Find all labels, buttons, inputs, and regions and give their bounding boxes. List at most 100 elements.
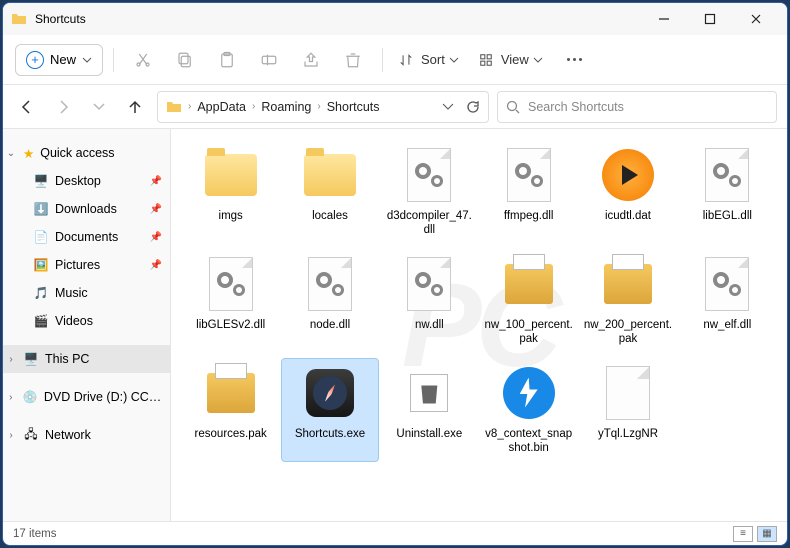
search-icon (506, 100, 520, 114)
file-name: libEGL.dll (703, 209, 752, 223)
pc-icon: 🖥️ (23, 351, 39, 367)
maximize-button[interactable] (687, 3, 733, 35)
file-name: Shortcuts.exe (295, 427, 365, 441)
breadcrumb[interactable]: Roaming (261, 100, 311, 114)
sidebar-item[interactable]: 🎵Music (3, 279, 170, 307)
rename-button[interactable] (250, 42, 288, 78)
file-item[interactable]: ffmpeg.dll (481, 141, 576, 244)
back-button[interactable] (13, 93, 41, 121)
sidebar-item[interactable]: 🖼️Pictures📌 (3, 251, 170, 279)
file-icon (401, 256, 457, 312)
sort-button[interactable]: Sort (393, 48, 469, 71)
up-button[interactable] (121, 93, 149, 121)
explorer-window: Shortcuts + New Sort View (2, 2, 788, 546)
pin-icon: 📌 (150, 204, 162, 215)
item-icon: 🖼️ (33, 257, 49, 273)
file-item[interactable]: yTql.LzgNR (580, 359, 675, 462)
file-item[interactable]: Uninstall.exe (382, 359, 477, 462)
cut-button[interactable] (124, 42, 162, 78)
sidebar-item[interactable]: ⬇️Downloads📌 (3, 195, 170, 223)
details-view-button[interactable]: ≡ (733, 526, 753, 542)
icons-view-button[interactable]: ▦ (757, 526, 777, 542)
file-name: nw_elf.dll (703, 318, 751, 332)
file-name: nw_200_percent.pak (583, 318, 673, 347)
sidebar-item[interactable]: 🖥️Desktop📌 (3, 167, 170, 195)
file-item[interactable]: resources.pak (183, 359, 278, 462)
file-icon (302, 256, 358, 312)
file-icon (203, 365, 259, 421)
minimize-button[interactable] (641, 3, 687, 35)
file-item[interactable]: d3dcompiler_47.dll (382, 141, 477, 244)
sidebar-network[interactable]: › 🖧 Network (3, 421, 170, 449)
file-icon (203, 147, 259, 203)
delete-button[interactable] (334, 42, 372, 78)
copy-button[interactable] (166, 42, 204, 78)
pin-icon: 📌 (150, 176, 162, 187)
file-icon (302, 147, 358, 203)
file-item[interactable]: Shortcuts.exe (282, 359, 377, 462)
file-item[interactable]: imgs (183, 141, 278, 244)
file-item[interactable]: icudtl.dat (580, 141, 675, 244)
sidebar-quick-access[interactable]: ⌄ ★ Quick access (3, 139, 170, 167)
view-icon (479, 53, 493, 67)
file-item[interactable]: v8_context_snapshot.bin (481, 359, 576, 462)
file-name: locales (312, 209, 348, 223)
view-button[interactable]: View (473, 48, 553, 71)
file-name: nw.dll (415, 318, 444, 332)
disc-icon: 💿 (23, 389, 38, 405)
chevron-down-icon (82, 55, 92, 65)
plus-icon: + (26, 51, 44, 69)
file-name: imgs (219, 209, 243, 223)
file-item[interactable]: nw_200_percent.pak (580, 250, 675, 353)
breadcrumb[interactable]: AppData (197, 100, 246, 114)
file-icon (600, 147, 656, 203)
sidebar-this-pc[interactable]: › 🖥️ This PC (3, 345, 170, 373)
item-icon: 🖥️ (33, 173, 49, 189)
folder-icon (11, 11, 27, 27)
search-input[interactable]: Search Shortcuts (497, 91, 777, 123)
item-icon: 🎵 (33, 285, 49, 301)
item-icon: ⬇️ (33, 201, 49, 217)
sidebar-item[interactable]: 📄Documents📌 (3, 223, 170, 251)
file-icon (501, 147, 557, 203)
file-name: yTql.LzgNR (598, 427, 658, 441)
file-icon (401, 365, 457, 421)
file-item[interactable]: nw.dll (382, 250, 477, 353)
file-icon (501, 256, 557, 312)
paste-button[interactable] (208, 42, 246, 78)
sidebar-item[interactable]: 🎬Videos (3, 307, 170, 335)
file-icon (203, 256, 259, 312)
file-item[interactable]: libGLESv2.dll (183, 250, 278, 353)
file-item[interactable]: locales (282, 141, 377, 244)
toolbar: + New Sort View (3, 35, 787, 85)
file-name: Uninstall.exe (396, 427, 462, 441)
star-icon: ★ (23, 146, 34, 161)
close-button[interactable] (733, 3, 779, 35)
file-item[interactable]: nw_100_percent.pak (481, 250, 576, 353)
titlebar[interactable]: Shortcuts (3, 3, 787, 35)
refresh-button[interactable] (466, 100, 480, 114)
pin-icon: 📌 (150, 260, 162, 271)
breadcrumb[interactable]: Shortcuts (327, 100, 380, 114)
file-item[interactable]: node.dll (282, 250, 377, 353)
content-pane[interactable]: PC imgslocalesd3dcompiler_47.dllffmpeg.d… (171, 129, 787, 521)
recent-button[interactable] (85, 93, 113, 121)
file-name: icudtl.dat (605, 209, 651, 223)
file-item[interactable]: nw_elf.dll (680, 250, 775, 353)
chevron-down-icon (449, 55, 459, 65)
forward-button[interactable] (49, 93, 77, 121)
navbar: › AppData › Roaming › Shortcuts Search S… (3, 85, 787, 129)
share-button[interactable] (292, 42, 330, 78)
chevron-down-icon[interactable] (442, 101, 454, 113)
file-name: ffmpeg.dll (504, 209, 554, 223)
network-icon: 🖧 (23, 427, 39, 443)
sidebar-dvd[interactable]: › 💿 DVD Drive (D:) CCCC (3, 383, 170, 411)
new-button[interactable]: + New (15, 44, 103, 76)
file-icon (699, 147, 755, 203)
address-bar[interactable]: › AppData › Roaming › Shortcuts (157, 91, 489, 123)
item-count: 17 items (13, 528, 56, 540)
pin-icon: 📌 (150, 232, 162, 243)
file-item[interactable]: libEGL.dll (680, 141, 775, 244)
more-button[interactable] (557, 58, 592, 61)
sidebar: ⌄ ★ Quick access 🖥️Desktop📌⬇️Downloads📌📄… (3, 129, 171, 521)
